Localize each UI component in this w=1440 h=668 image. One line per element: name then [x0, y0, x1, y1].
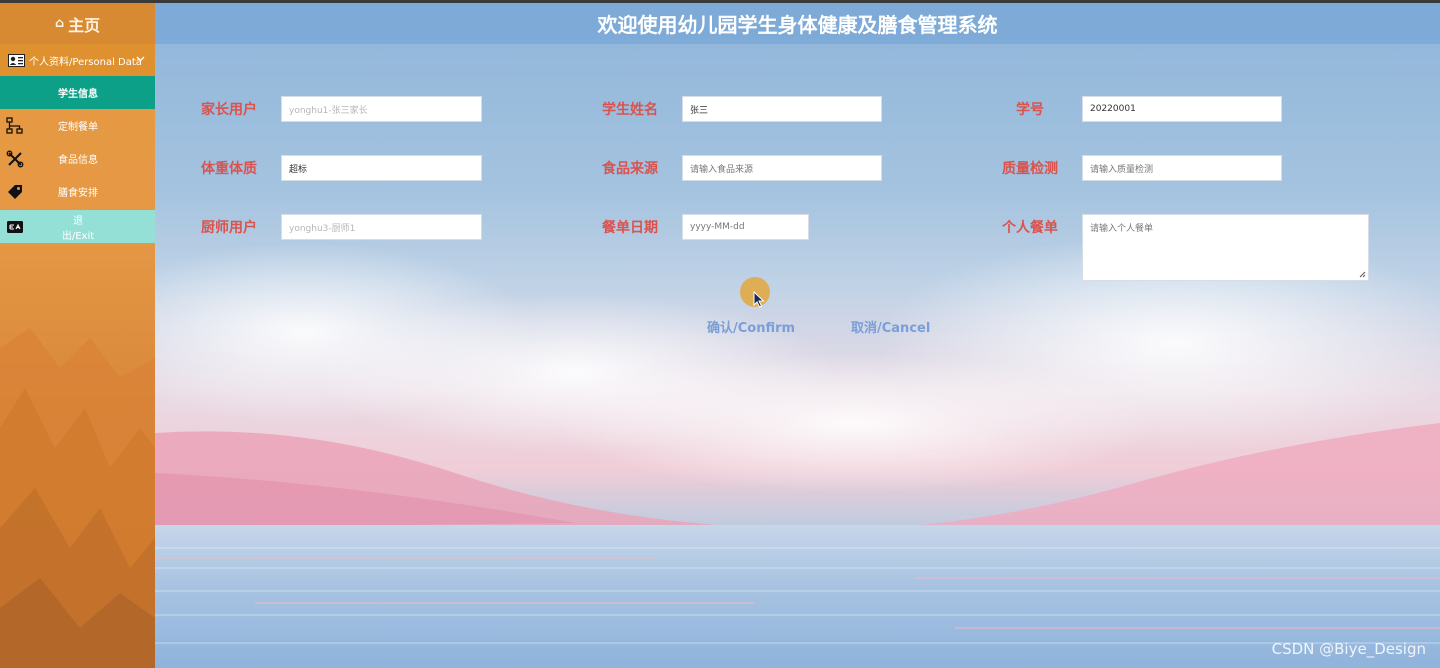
personal-menu-placeholder: 请输入个人餐单	[1090, 224, 1154, 234]
parent-user-select[interactable]: yonghu1-张三家长	[281, 96, 482, 122]
personal-menu-label: 个人餐单	[1002, 220, 1058, 236]
personal-menu-textarea[interactable]: 请输入个人餐单	[1082, 214, 1369, 281]
page-title: 欢迎使用幼儿园学生身体健康及膳食管理系统	[155, 3, 1440, 44]
tools-icon	[6, 150, 24, 168]
chef-user-select[interactable]: yonghu3-厨师1	[281, 214, 482, 240]
resize-grip-icon[interactable]	[1359, 271, 1366, 278]
home-link[interactable]: ⌂ 主页	[0, 3, 155, 44]
sidebar-item-custom-menu[interactable]: 定制餐单	[0, 109, 155, 142]
physique-label: 体重体质	[201, 161, 257, 177]
food-source-label: 食品来源	[602, 161, 658, 177]
chef-user-label: 厨师用户	[201, 220, 257, 236]
parent-user-label: 家长用户	[201, 102, 257, 118]
student-no-label: 学号	[1016, 102, 1044, 118]
home-label: 主页	[68, 15, 101, 35]
student-no-field[interactable]: 20220001	[1082, 96, 1282, 122]
mouse-cursor-icon	[753, 291, 765, 308]
sidebar: ⌂ 主页 个人资料/Personal Data 学生信息 定制餐单 食品信息 膳…	[0, 0, 155, 668]
sidebar-section-label: 个人资料/Personal Data	[29, 56, 142, 68]
window-top-border	[0, 0, 1440, 3]
sidebar-item-label: 定制餐单	[58, 122, 98, 133]
quality-check-label: 质量检测	[1002, 161, 1058, 177]
watermark: CSDN @Biye_Design	[1271, 640, 1426, 658]
menu-date-label: 餐单日期	[602, 220, 658, 236]
sidebar-item-label: 膳食安排	[58, 188, 98, 199]
sidebar-item-meal-plan[interactable]: 膳食安排	[0, 175, 155, 208]
sidebar-item-label: 学生信息	[58, 89, 98, 100]
confirm-button[interactable]: 确认/Confirm	[707, 317, 795, 336]
cancel-button[interactable]: 取消/Cancel	[851, 317, 930, 336]
mountain-background	[0, 328, 155, 668]
student-name-field[interactable]: 张三	[682, 96, 882, 122]
quality-check-field[interactable]: 请输入质量检测	[1082, 155, 1282, 181]
tag-icon	[8, 185, 22, 199]
home-icon: ⌂	[54, 16, 65, 31]
sidebar-item-student-info[interactable]: 学生信息	[0, 76, 155, 109]
physique-field[interactable]: 超标	[281, 155, 482, 181]
sidebar-item-food-info[interactable]: 食品信息	[0, 142, 155, 175]
chevron-down-icon	[136, 56, 145, 62]
main-content: 欢迎使用幼儿园学生身体健康及膳食管理系统 家长用户 yonghu1-张三家长 学…	[155, 3, 1440, 668]
sitemap-icon	[6, 117, 23, 134]
sidebar-item-label: 食品信息	[58, 155, 98, 166]
menu-date-field[interactable]: yyyy-MM-dd	[682, 214, 809, 240]
exit-icon	[7, 221, 23, 233]
student-name-label: 学生姓名	[602, 102, 658, 118]
sidebar-section-personal-data[interactable]: 个人资料/Personal Data	[0, 44, 155, 76]
food-source-field[interactable]: 请输入食品来源	[682, 155, 882, 181]
id-card-icon	[8, 53, 25, 67]
sidebar-item-exit[interactable]: 退出/Exit	[0, 210, 155, 243]
sidebar-item-label: 退出/Exit	[61, 215, 95, 242]
